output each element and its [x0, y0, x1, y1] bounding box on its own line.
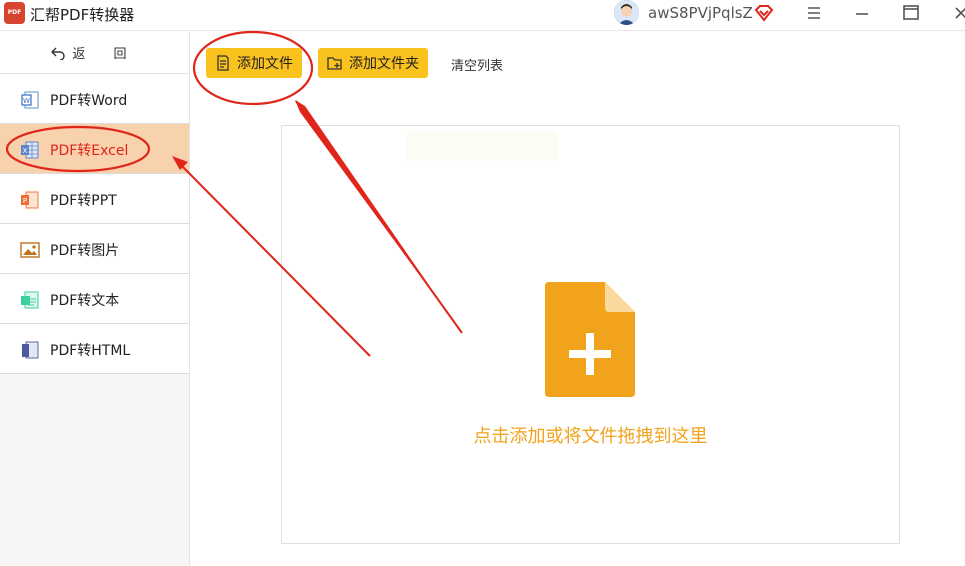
add-folder-button[interactable]: 添加文件夹: [318, 48, 428, 78]
sidebar-item-pdf-to-excel[interactable]: X PDF转Excel: [0, 124, 189, 174]
sidebar-item-pdf-to-text[interactable]: PDF转文本: [0, 274, 189, 324]
html-icon: [22, 341, 39, 359]
svg-text:X: X: [23, 147, 28, 155]
username[interactable]: awS8PVjPqlsZ: [648, 4, 753, 22]
sidebar-item-label: PDF转图片: [50, 243, 120, 259]
word-icon: W: [21, 91, 39, 109]
conversion-nav: W PDF转Word X PDF转Excel P PDF转PPT PDF转图片 …: [0, 74, 189, 374]
text-icon: [21, 291, 39, 309]
sidebar-item-label: PDF转Word: [50, 93, 128, 109]
ppt-icon: P: [21, 191, 39, 209]
sidebar-item-pdf-to-image[interactable]: PDF转图片: [0, 224, 189, 274]
sidebar-item-label: PDF转Excel: [50, 143, 129, 159]
image-icon: [20, 242, 40, 258]
sidebar-item-pdf-to-word[interactable]: W PDF转Word: [0, 74, 189, 124]
sidebar-item-pdf-to-ppt[interactable]: P PDF转PPT: [0, 174, 189, 224]
clear-list-button[interactable]: 清空列表: [451, 55, 503, 74]
sidebar: 返 回 W PDF转Word X PDF转Excel P PDF转PPT PDF…: [0, 32, 190, 566]
user-avatar[interactable]: [614, 0, 639, 25]
svg-text:W: W: [23, 97, 30, 105]
back-arrow-icon: [51, 47, 66, 60]
add-file-button[interactable]: 添加文件: [206, 48, 302, 78]
minimize-icon[interactable]: [851, 3, 873, 23]
app-logo-icon: PDF: [4, 2, 25, 24]
add-file-icon: [217, 55, 229, 71]
close-icon[interactable]: [952, 3, 965, 23]
back-label: 返 回: [72, 47, 139, 62]
svg-text:P: P: [23, 197, 27, 205]
sidebar-item-label: PDF转PPT: [50, 193, 117, 209]
add-document-icon[interactable]: [545, 282, 635, 397]
add-folder-icon: [327, 57, 342, 70]
back-button[interactable]: 返 回: [0, 32, 189, 74]
sidebar-item-label: PDF转文本: [50, 293, 120, 309]
vip-badge-icon[interactable]: [754, 3, 774, 23]
add-folder-label: 添加文件夹: [349, 56, 419, 72]
title-bar: PDF 汇帮PDF转换器 awS8PVjPqlsZ: [0, 0, 965, 31]
file-drop-zone[interactable]: 点击添加或将文件拖拽到这里: [281, 125, 900, 544]
add-file-label: 添加文件: [237, 56, 293, 72]
sidebar-item-label: PDF转HTML: [50, 343, 131, 359]
app-window: PDF 汇帮PDF转换器 awS8PVjPqlsZ 返 回 W PDF转Word…: [0, 0, 965, 566]
app-title: 汇帮PDF转换器: [30, 6, 135, 24]
sidebar-item-pdf-to-html[interactable]: PDF转HTML: [0, 324, 189, 374]
drop-hint-text: 点击添加或将文件拖拽到这里: [473, 426, 708, 447]
menu-icon[interactable]: [803, 3, 825, 23]
watermark: [407, 131, 557, 161]
maximize-icon[interactable]: [900, 3, 922, 23]
excel-icon: X: [21, 141, 39, 159]
